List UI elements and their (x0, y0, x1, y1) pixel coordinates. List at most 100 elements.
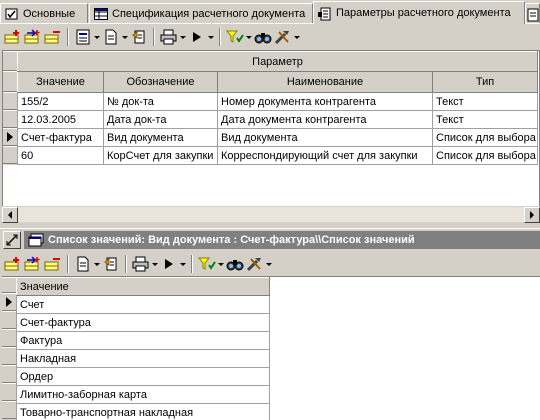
column-header-name[interactable]: Наименование (217, 71, 433, 93)
run-icon (165, 259, 173, 269)
table-row[interactable]: Товарно-транспортная накладная (16, 403, 270, 420)
add-row-button[interactable] (3, 254, 23, 274)
table-row[interactable]: Фактура (16, 331, 270, 350)
print-button[interactable] (131, 254, 151, 274)
cell-value[interactable]: Фактура (16, 331, 270, 350)
column-header-type[interactable]: Тип (431, 71, 539, 93)
row-selector[interactable] (2, 365, 16, 383)
print-dropdown[interactable] (179, 27, 187, 47)
refresh-button[interactable] (101, 254, 121, 274)
table-row[interactable]: Счет (16, 295, 270, 314)
param-group-header: Параметр (16, 51, 539, 72)
tools-button[interactable] (245, 254, 265, 274)
cell-type[interactable]: Текст (431, 110, 539, 129)
run-dropdown[interactable] (179, 254, 187, 274)
row-selector[interactable] (2, 401, 16, 419)
run-dropdown[interactable] (207, 27, 215, 47)
cell-designation[interactable]: Дата док-та (103, 110, 218, 129)
tab-main[interactable]: Основные (0, 3, 88, 24)
filter-button[interactable] (197, 254, 217, 274)
find-button[interactable] (253, 27, 273, 47)
tab-more[interactable] (525, 3, 540, 24)
document-dropdown[interactable] (121, 27, 129, 47)
print-button[interactable] (159, 27, 179, 47)
cell-value[interactable]: 60 (17, 146, 104, 165)
cell-value[interactable]: 155/2 (17, 92, 104, 111)
table-row[interactable]: 60 КорСчет для закупки Корреспондирующий… (17, 146, 539, 165)
params-table: Параметр Значение Обозначение Наименован… (16, 51, 539, 165)
insert-row-button[interactable] (23, 254, 43, 274)
row-selector[interactable] (2, 329, 16, 347)
toolbar-separator (67, 28, 69, 46)
cell-value[interactable]: Счет-фактура (17, 128, 104, 147)
filter-dropdown[interactable] (245, 27, 253, 47)
tab-specification[interactable]: Спецификация расчетного документа (89, 3, 313, 24)
table-row[interactable]: Ордер (16, 367, 270, 386)
cell-type[interactable]: Список для выбора (431, 146, 539, 165)
delete-row-button[interactable] (43, 27, 63, 47)
values-panel-title: Список значений: Вид документа : Счет-фа… (24, 231, 540, 249)
cell-name[interactable]: Дата документа контрагента (217, 110, 433, 129)
collapse-panel-button[interactable] (3, 231, 21, 249)
row-selector[interactable] (3, 92, 17, 110)
refresh-button[interactable] (129, 27, 149, 47)
table-row[interactable]: Счет-фактура (16, 313, 270, 332)
table-row[interactable]: Накладная (16, 349, 270, 368)
document-button[interactable] (73, 254, 93, 274)
insert-row-button[interactable] (23, 27, 43, 47)
row-selector[interactable] (3, 110, 17, 128)
delete-row-icon (44, 31, 60, 44)
row-selector[interactable] (3, 146, 17, 164)
cell-name[interactable]: Корреспондирующий счет для закупки (217, 146, 433, 165)
cell-value[interactable]: Лимитно-заборная карта (16, 385, 270, 404)
tools-dropdown[interactable] (265, 254, 273, 274)
params-toolbar (0, 25, 540, 49)
table-row[interactable]: 12.03.2005 Дата док-та Дата документа ко… (17, 110, 539, 129)
document-icon (77, 256, 89, 272)
cell-value[interactable]: Накладная (16, 349, 270, 368)
scroll-right-button[interactable] (524, 207, 540, 223)
cell-type[interactable]: Текст (431, 92, 539, 111)
print-dropdown[interactable] (151, 254, 159, 274)
cell-value[interactable]: Счет-фактура (16, 313, 270, 332)
cell-designation[interactable]: Вид документа (103, 128, 218, 147)
find-button[interactable] (225, 254, 245, 274)
document-dropdown[interactable] (93, 254, 101, 274)
cell-value[interactable]: Ордер (16, 367, 270, 386)
row-selector[interactable] (2, 311, 16, 329)
params-horizontal-scrollbar[interactable] (2, 206, 540, 223)
cell-value[interactable]: Товарно-транспортная накладная (16, 403, 270, 420)
tools-dropdown[interactable] (293, 27, 301, 47)
row-selector[interactable] (2, 347, 16, 365)
table-row[interactable]: Лимитно-заборная карта (16, 385, 270, 404)
column-header-value[interactable]: Значение (17, 71, 104, 93)
tab-parameters[interactable]: Параметры расчетного документа (313, 1, 525, 24)
current-row-indicator[interactable] (3, 128, 17, 146)
run-icon (193, 32, 201, 42)
run-button[interactable] (187, 27, 207, 47)
document-button[interactable] (101, 27, 121, 47)
cell-designation[interactable]: № док-та (103, 92, 218, 111)
column-header-value[interactable]: Значение (16, 277, 270, 296)
row-selector[interactable] (2, 383, 16, 401)
tools-button[interactable] (273, 27, 293, 47)
cell-name[interactable]: Номер документа контрагента (217, 92, 433, 111)
run-button[interactable] (159, 254, 179, 274)
properties-button[interactable] (73, 27, 93, 47)
add-row-button[interactable] (3, 27, 23, 47)
table-row[interactable]: 155/2 № док-та Номер документа контраген… (17, 92, 539, 111)
cell-value[interactable]: 12.03.2005 (17, 110, 104, 129)
column-header-designation[interactable]: Обозначение (103, 71, 218, 93)
scroll-left-button[interactable] (2, 207, 18, 223)
delete-row-button[interactable] (43, 254, 63, 274)
properties-dropdown[interactable] (93, 27, 101, 47)
cell-name[interactable]: Вид документа (217, 128, 433, 147)
current-row-indicator[interactable] (2, 293, 16, 311)
cell-value[interactable]: Счет (16, 295, 270, 314)
filter-dropdown[interactable] (217, 254, 225, 274)
cell-type[interactable]: Список для выбора (431, 128, 539, 147)
table-row[interactable]: Счет-фактура Вид документа Вид документа… (17, 128, 539, 147)
insert-row-icon (24, 256, 40, 271)
cell-designation[interactable]: КорСчет для закупки (103, 146, 218, 165)
filter-button[interactable] (225, 27, 245, 47)
